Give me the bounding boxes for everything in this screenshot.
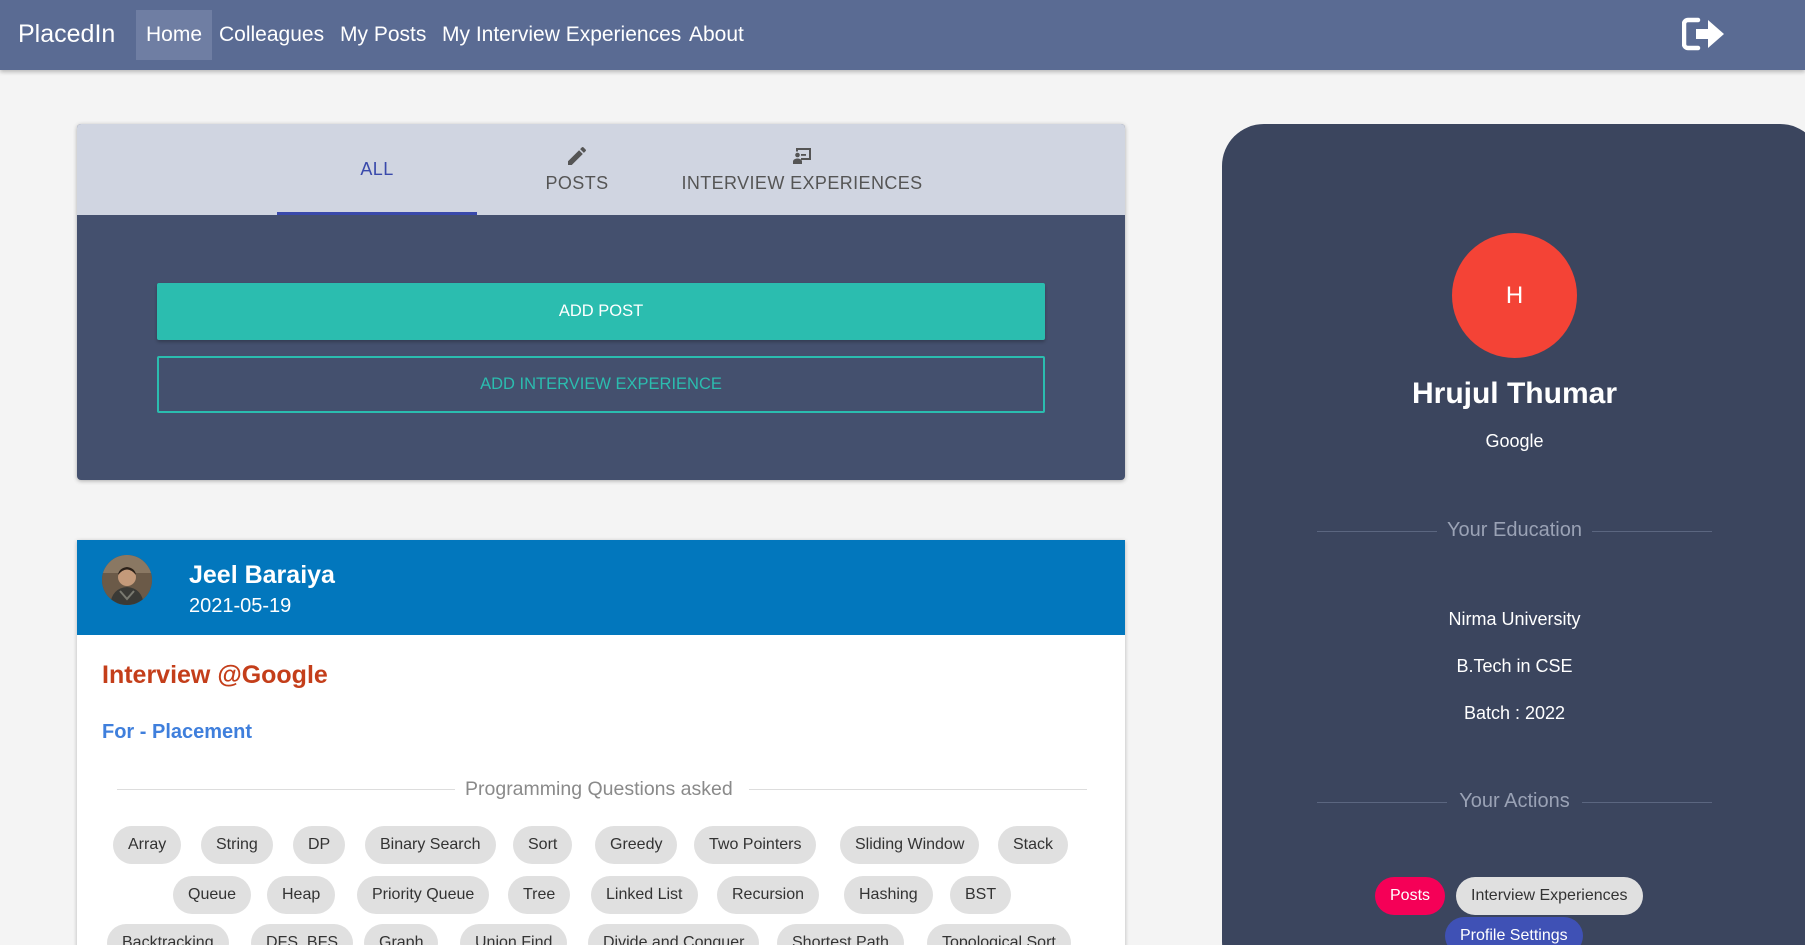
tag-chip-sort[interactable]: Sort bbox=[513, 826, 573, 864]
nav-my-posts[interactable]: My Posts bbox=[330, 10, 436, 60]
tab-posts[interactable]: POSTS bbox=[477, 124, 677, 215]
tab-interview-experiences[interactable]: INTERVIEW EXPERIENCES bbox=[677, 124, 927, 215]
profile-card: H Hrujul Thumar Google Your Education Ni… bbox=[1222, 124, 1805, 945]
tag-chip-shortest-path[interactable]: Shortest Path bbox=[777, 924, 904, 945]
post-title: Interview @Google bbox=[102, 661, 328, 689]
tag-chip-sliding-window[interactable]: Sliding Window bbox=[840, 826, 980, 864]
section-heading-programming-questions: Programming Questions asked bbox=[465, 778, 733, 800]
tab-all-label: ALL bbox=[360, 159, 394, 179]
add-interview-experience-button[interactable]: ADD INTERVIEW EXPERIENCE bbox=[157, 356, 1045, 413]
tag-chip-dp[interactable]: DP bbox=[293, 826, 346, 864]
education-degree: B.Tech in CSE bbox=[1456, 656, 1573, 676]
action-chip-profile-settings[interactable]: Profile Settings bbox=[1445, 917, 1583, 945]
add-post-button[interactable]: ADD POST bbox=[157, 283, 1045, 340]
tab-all[interactable]: ALL bbox=[277, 124, 477, 215]
top-navbar: PlacedIn Home Colleagues My Posts My Int… bbox=[0, 0, 1805, 70]
tab-active-indicator bbox=[277, 212, 477, 215]
actions-divider-right bbox=[1582, 802, 1712, 803]
tag-chip-union-find[interactable]: Union Find bbox=[460, 924, 568, 945]
compose-panel: ALL POSTS INTERVIEW EXPERIENCES ADD POST… bbox=[77, 124, 1125, 480]
nav-my-interview-experiences[interactable]: My Interview Experiences bbox=[432, 10, 691, 60]
tag-chip-backtracking[interactable]: Backtracking bbox=[107, 924, 229, 945]
nav-colleagues[interactable]: Colleagues bbox=[209, 10, 334, 60]
tag-chip-linked-list[interactable]: Linked List bbox=[591, 876, 698, 914]
education-divider-right bbox=[1592, 531, 1712, 532]
tag-chip-tree[interactable]: Tree bbox=[508, 876, 571, 914]
brand-logo[interactable]: PlacedIn bbox=[18, 20, 115, 49]
action-chip-interview-experiences[interactable]: Interview Experiences bbox=[1456, 877, 1643, 915]
post-date: 2021-05-19 bbox=[189, 595, 292, 617]
presentation-icon bbox=[790, 144, 814, 168]
post-card: Jeel Baraiya 2021-05-19 Interview @Googl… bbox=[77, 540, 1125, 945]
profile-company: Google bbox=[1485, 431, 1544, 451]
action-chip-posts[interactable]: Posts bbox=[1375, 877, 1446, 915]
nav-about[interactable]: About bbox=[679, 10, 754, 60]
nav-home[interactable]: Home bbox=[136, 10, 213, 60]
tag-chip-heap[interactable]: Heap bbox=[267, 876, 336, 914]
tag-chip-greedy[interactable]: Greedy bbox=[595, 826, 678, 864]
divider-line-left bbox=[117, 789, 455, 790]
tag-chip-topological-sort[interactable]: Topological Sort bbox=[927, 924, 1071, 945]
profile-name: Hrujul Thumar bbox=[1411, 377, 1617, 410]
education-heading: Your Education bbox=[1447, 519, 1582, 541]
tag-chip-string[interactable]: String bbox=[201, 826, 273, 864]
post-header: Jeel Baraiya 2021-05-19 bbox=[77, 540, 1125, 635]
tab-interview-experiences-label: INTERVIEW EXPERIENCES bbox=[681, 173, 923, 193]
tag-chip-two-pointers[interactable]: Two Pointers bbox=[694, 826, 817, 864]
tab-bar: ALL POSTS INTERVIEW EXPERIENCES bbox=[77, 124, 1125, 215]
actions-heading: Your Actions bbox=[1459, 790, 1570, 812]
pencil-icon bbox=[565, 144, 589, 168]
profile-avatar[interactable]: H bbox=[1452, 233, 1577, 358]
tag-chip-queue[interactable]: Queue bbox=[173, 876, 252, 914]
divider-line-right bbox=[749, 789, 1087, 790]
tag-chip-graph[interactable]: Graph bbox=[364, 924, 439, 945]
tab-posts-label: POSTS bbox=[545, 173, 609, 193]
tag-chip-priority-queue[interactable]: Priority Queue bbox=[357, 876, 490, 914]
post-author-name[interactable]: Jeel Baraiya bbox=[189, 561, 335, 590]
tag-chip-hashing[interactable]: Hashing bbox=[844, 876, 933, 914]
post-subtitle: For - Placement bbox=[102, 721, 253, 743]
tag-chip-binary-search[interactable]: Binary Search bbox=[365, 826, 496, 864]
tag-chip-divide-and-conquer[interactable]: Divide and Conquer bbox=[588, 924, 760, 945]
education-university: Nirma University bbox=[1448, 609, 1581, 629]
tag-chip-stack[interactable]: Stack bbox=[998, 826, 1069, 864]
tag-chip-recursion[interactable]: Recursion bbox=[717, 876, 820, 914]
avatar[interactable] bbox=[102, 555, 152, 605]
tag-chip-array[interactable]: Array bbox=[113, 826, 182, 864]
logout-icon[interactable] bbox=[1681, 16, 1728, 52]
tag-chip-bst[interactable]: BST bbox=[950, 876, 1012, 914]
tag-chip-dfs-bfs[interactable]: DFS_BFS bbox=[251, 924, 354, 945]
education-batch: Batch : 2022 bbox=[1463, 703, 1566, 723]
